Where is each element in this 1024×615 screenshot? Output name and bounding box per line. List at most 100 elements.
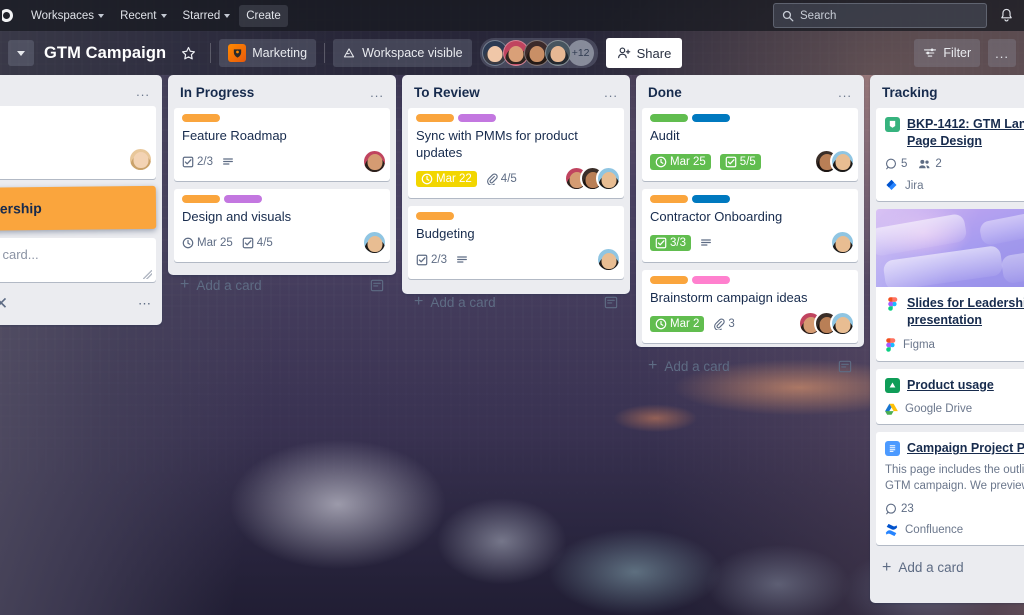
list-to-review: To Review ... Sync with PMMs for product… xyxy=(402,75,630,310)
workspace-button[interactable]: Marketing xyxy=(219,39,317,67)
avatar[interactable] xyxy=(596,247,621,273)
label-purple[interactable] xyxy=(224,195,262,204)
list-menu-icon[interactable]: ... xyxy=(838,86,852,99)
link-card-title[interactable]: Campaign Project Post xyxy=(907,440,1024,457)
link-card-jira[interactable]: BKP-1412: GTM Landing Page Design 5 xyxy=(876,108,1024,201)
label-orange[interactable] xyxy=(650,195,688,204)
filter-icon xyxy=(924,48,937,57)
avatar[interactable] xyxy=(596,166,621,192)
filter-label: Filter xyxy=(943,46,972,60)
label-orange[interactable] xyxy=(416,212,454,221)
list-header[interactable]: Tracking xyxy=(876,82,1024,108)
dragging-card[interactable]: to Leadership xyxy=(0,186,157,232)
card[interactable]: h legal xyxy=(0,106,156,180)
link-card-title[interactable]: Product usage xyxy=(907,377,994,394)
badge-due-date[interactable]: Mar 25 xyxy=(650,153,711,170)
nav-label-starred: Starred xyxy=(182,9,221,22)
card[interactable]: Sync with PMMs for product updates Mar 2… xyxy=(408,108,624,199)
card-members xyxy=(798,311,855,337)
card[interactable]: Brainstorm campaign ideas Mar 2 3 xyxy=(642,270,858,344)
label-blue[interactable] xyxy=(692,114,730,122)
link-card-title[interactable]: Slides for Leadership presentation xyxy=(907,295,1024,329)
avatar[interactable] xyxy=(830,230,855,256)
composer-more-options-icon[interactable]: ⋯ xyxy=(138,297,152,310)
card-template-icon[interactable] xyxy=(604,296,618,309)
list-title: Done xyxy=(648,85,682,100)
checklist-count: 2/3 xyxy=(197,155,213,168)
badge-due-date[interactable]: Mar 22 xyxy=(416,170,477,187)
card-template-icon[interactable] xyxy=(370,279,384,292)
link-card-title[interactable]: BKP-1412: GTM Landing Page Design xyxy=(907,116,1024,150)
members-overflow-count[interactable]: +12 xyxy=(567,40,594,66)
card-template-icon[interactable] xyxy=(838,360,852,373)
board-members[interactable]: +12 xyxy=(479,38,598,68)
share-button[interactable]: Share xyxy=(605,38,683,68)
card-labels xyxy=(650,276,850,285)
avatar[interactable] xyxy=(362,230,387,256)
label-blue[interactable] xyxy=(692,195,730,204)
list-header[interactable]: To Review ... xyxy=(408,82,624,108)
add-a-card-button[interactable]: + Add a card xyxy=(174,270,390,300)
page-title[interactable]: GTM Campaign xyxy=(44,44,166,63)
label-orange[interactable] xyxy=(182,195,220,204)
label-green[interactable] xyxy=(650,114,688,122)
close-icon[interactable]: ✕ xyxy=(0,295,8,312)
nav-item-workspaces[interactable]: Workspaces xyxy=(24,5,111,27)
card[interactable]: Feature Roadmap 2/3 xyxy=(174,108,390,182)
card-members xyxy=(830,230,855,256)
add-a-card-button[interactable]: + Add a card xyxy=(642,351,858,381)
filter-button[interactable]: Filter xyxy=(914,39,981,67)
board-more-menu-button[interactable]: ... xyxy=(988,39,1016,67)
card-title: Brainstorm campaign ideas xyxy=(650,290,808,306)
label-pink[interactable] xyxy=(692,276,730,285)
sidebar-toggle-button[interactable] xyxy=(8,40,34,66)
list-header[interactable]: In Progress ... xyxy=(174,82,390,108)
avatar[interactable] xyxy=(830,149,855,175)
avatar[interactable] xyxy=(544,40,571,66)
nav-item-starred[interactable]: Starred xyxy=(176,5,238,27)
checklist-icon xyxy=(242,237,254,249)
resize-handle[interactable] xyxy=(143,270,152,279)
label-orange[interactable] xyxy=(416,114,454,122)
avatar[interactable] xyxy=(830,311,855,337)
add-a-card-button[interactable]: + Add a card xyxy=(408,287,624,317)
list-header[interactable]: Done ... xyxy=(642,82,858,108)
avatar[interactable] xyxy=(362,149,387,175)
badge-description xyxy=(456,254,468,266)
card[interactable]: Audit Mar 25 5/5 xyxy=(642,108,858,182)
label-orange[interactable] xyxy=(182,114,220,122)
card-labels xyxy=(650,195,850,204)
source-label: Figma xyxy=(903,339,935,351)
list-header[interactable]: ... xyxy=(0,82,156,106)
label-orange[interactable] xyxy=(650,276,688,285)
badge-checklist: 4/5 xyxy=(242,237,273,249)
badge-due-date: Mar 25 xyxy=(182,237,233,249)
avatar[interactable] xyxy=(128,147,153,173)
create-button[interactable]: Create xyxy=(239,4,288,27)
notification-bell-icon[interactable] xyxy=(999,8,1014,24)
card[interactable]: Contractor Onboarding 3/3 xyxy=(642,189,858,263)
search-input[interactable]: Search xyxy=(773,3,987,28)
visibility-button[interactable]: Workspace visible xyxy=(333,39,472,67)
link-card-confluence[interactable]: Campaign Project Post This page includes… xyxy=(876,432,1024,545)
add-a-card-button[interactable]: + Add a card xyxy=(876,553,1024,583)
card[interactable]: Design and visuals Mar 25 4/5 xyxy=(174,189,390,263)
badge-due-date[interactable]: Mar 2 xyxy=(650,315,705,332)
comment-icon xyxy=(885,503,897,515)
list-menu-icon[interactable]: ... xyxy=(136,85,150,98)
card-labels xyxy=(0,112,148,120)
star-board-button[interactable] xyxy=(174,39,202,67)
card[interactable]: Budgeting 2/3 xyxy=(408,206,624,280)
link-card-google-drive[interactable]: Product usage Google Drive xyxy=(876,369,1024,424)
nav-item-recent[interactable]: Recent xyxy=(113,5,173,27)
chevron-down-icon xyxy=(17,51,25,56)
list-menu-icon[interactable]: ... xyxy=(604,86,618,99)
label-purple[interactable] xyxy=(458,114,496,122)
card-composer-textarea[interactable]: e for this card... xyxy=(0,238,156,282)
trello-logo-icon[interactable] xyxy=(2,0,22,31)
link-card-figma[interactable]: Slides for Leadership presentation Figma xyxy=(876,209,1024,361)
share-label: Share xyxy=(636,45,672,61)
attachment-count: 4/5 xyxy=(500,172,517,185)
chevron-down-icon xyxy=(98,14,105,18)
list-menu-icon[interactable]: ... xyxy=(370,86,384,99)
